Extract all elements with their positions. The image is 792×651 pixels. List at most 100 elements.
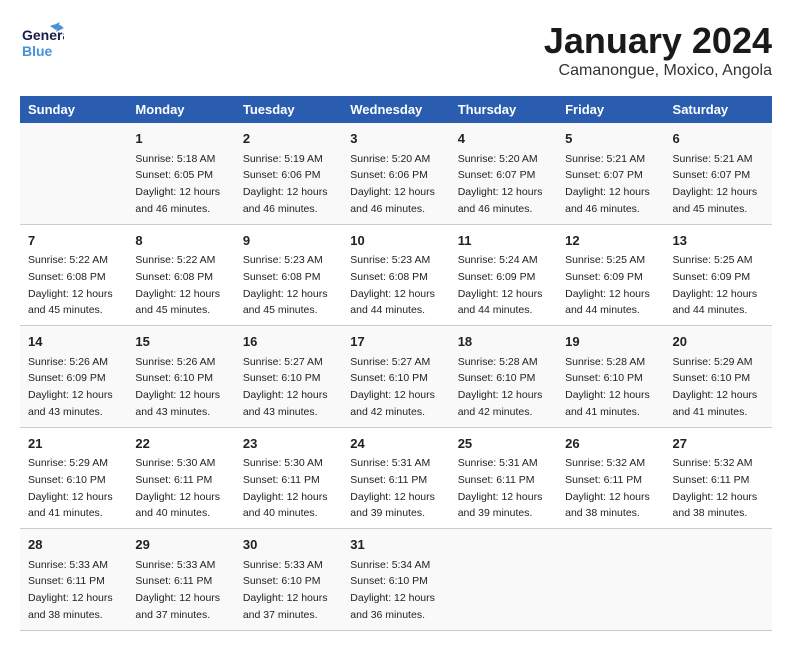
calendar-cell: 9 Sunrise: 5:23 AMSunset: 6:08 PMDaylight… (235, 224, 342, 326)
day-sunrise: Sunrise: 5:21 AMSunset: 6:07 PMDaylight:… (565, 153, 650, 215)
calendar-cell: 8 Sunrise: 5:22 AMSunset: 6:08 PMDaylight… (127, 224, 234, 326)
logo: General Blue (20, 20, 64, 64)
calendar-cell: 13 Sunrise: 5:25 AMSunset: 6:09 PMDayligh… (665, 224, 772, 326)
day-sunrise: Sunrise: 5:23 AMSunset: 6:08 PMDaylight:… (350, 254, 435, 316)
day-number: 17 (350, 332, 441, 352)
day-number: 5 (565, 129, 656, 149)
calendar-week-row: 28 Sunrise: 5:33 AMSunset: 6:11 PMDayligh… (20, 529, 772, 631)
calendar-cell: 17 Sunrise: 5:27 AMSunset: 6:10 PMDayligh… (342, 326, 449, 428)
day-number: 10 (350, 231, 441, 251)
day-sunrise: Sunrise: 5:33 AMSunset: 6:11 PMDaylight:… (28, 559, 113, 621)
day-number: 20 (673, 332, 764, 352)
day-number: 13 (673, 231, 764, 251)
calendar-cell: 1 Sunrise: 5:18 AMSunset: 6:05 PMDaylight… (127, 123, 234, 224)
calendar-header-row: Sunday Monday Tuesday Wednesday Thursday… (20, 96, 772, 123)
day-sunrise: Sunrise: 5:22 AMSunset: 6:08 PMDaylight:… (135, 254, 220, 316)
day-number: 19 (565, 332, 656, 352)
col-thursday: Thursday (450, 96, 557, 123)
calendar-week-row: 1 Sunrise: 5:18 AMSunset: 6:05 PMDaylight… (20, 123, 772, 224)
calendar-week-row: 7Sunrise: 5:22 AMSunset: 6:08 PMDaylight… (20, 224, 772, 326)
day-number: 11 (458, 231, 549, 251)
col-wednesday: Wednesday (342, 96, 449, 123)
day-sunrise: Sunrise: 5:28 AMSunset: 6:10 PMDaylight:… (458, 356, 543, 418)
calendar-cell: 16 Sunrise: 5:27 AMSunset: 6:10 PMDayligh… (235, 326, 342, 428)
calendar-cell: 19Sunrise: 5:28 AMSunset: 6:10 PMDayligh… (557, 326, 664, 428)
day-sunrise: Sunrise: 5:27 AMSunset: 6:10 PMDaylight:… (350, 356, 435, 418)
calendar-cell: 12 Sunrise: 5:25 AMSunset: 6:09 PMDayligh… (557, 224, 664, 326)
day-number: 27 (673, 434, 764, 454)
day-sunrise: Sunrise: 5:32 AMSunset: 6:11 PMDaylight:… (673, 457, 758, 519)
day-number: 18 (458, 332, 549, 352)
day-sunrise: Sunrise: 5:31 AMSunset: 6:11 PMDaylight:… (458, 457, 543, 519)
calendar-cell: 28 Sunrise: 5:33 AMSunset: 6:11 PMDayligh… (20, 529, 127, 631)
page-header: General Blue January 2024 Camanongue, Mo… (20, 20, 772, 80)
calendar-cell: 7Sunrise: 5:22 AMSunset: 6:08 PMDaylight… (20, 224, 127, 326)
day-number: 26 (565, 434, 656, 454)
calendar-cell: 3Sunrise: 5:20 AMSunset: 6:06 PMDaylight… (342, 123, 449, 224)
day-sunrise: Sunrise: 5:29 AMSunset: 6:10 PMDaylight:… (28, 457, 113, 519)
day-number: 14 (28, 332, 119, 352)
day-number: 15 (135, 332, 226, 352)
calendar-cell: 24Sunrise: 5:31 AMSunset: 6:11 PMDayligh… (342, 427, 449, 529)
col-tuesday: Tuesday (235, 96, 342, 123)
day-sunrise: Sunrise: 5:25 AMSunset: 6:09 PMDaylight:… (565, 254, 650, 316)
calendar-cell: 11 Sunrise: 5:24 AMSunset: 6:09 PMDayligh… (450, 224, 557, 326)
day-number: 21 (28, 434, 119, 454)
day-number: 28 (28, 535, 119, 555)
calendar-subtitle: Camanongue, Moxico, Angola (544, 62, 772, 80)
calendar-cell: 18 Sunrise: 5:28 AMSunset: 6:10 PMDayligh… (450, 326, 557, 428)
calendar-cell: 25 Sunrise: 5:31 AMSunset: 6:11 PMDayligh… (450, 427, 557, 529)
day-number: 8 (135, 231, 226, 251)
day-sunrise: Sunrise: 5:21 AMSunset: 6:07 PMDaylight:… (673, 153, 758, 215)
calendar-cell: 27 Sunrise: 5:32 AMSunset: 6:11 PMDayligh… (665, 427, 772, 529)
day-sunrise: Sunrise: 5:26 AMSunset: 6:10 PMDaylight:… (135, 356, 220, 418)
day-number: 12 (565, 231, 656, 251)
day-number: 22 (135, 434, 226, 454)
day-number: 29 (135, 535, 226, 555)
day-sunrise: Sunrise: 5:34 AMSunset: 6:10 PMDaylight:… (350, 559, 435, 621)
calendar-cell (557, 529, 664, 631)
calendar-cell (450, 529, 557, 631)
day-number: 30 (243, 535, 334, 555)
day-sunrise: Sunrise: 5:22 AMSunset: 6:08 PMDaylight:… (28, 254, 113, 316)
calendar-cell: 26 Sunrise: 5:32 AMSunset: 6:11 PMDayligh… (557, 427, 664, 529)
logo-icon: General Blue (20, 20, 64, 64)
day-sunrise: Sunrise: 5:25 AMSunset: 6:09 PMDaylight:… (673, 254, 758, 316)
day-number: 23 (243, 434, 334, 454)
day-sunrise: Sunrise: 5:24 AMSunset: 6:09 PMDaylight:… (458, 254, 543, 316)
svg-text:Blue: Blue (22, 43, 53, 59)
calendar-cell: 4Sunrise: 5:20 AMSunset: 6:07 PMDaylight… (450, 123, 557, 224)
calendar-cell: 20Sunrise: 5:29 AMSunset: 6:10 PMDayligh… (665, 326, 772, 428)
day-number: 4 (458, 129, 549, 149)
col-sunday: Sunday (20, 96, 127, 123)
day-number: 25 (458, 434, 549, 454)
calendar-week-row: 21 Sunrise: 5:29 AMSunset: 6:10 PMDayligh… (20, 427, 772, 529)
calendar-cell (665, 529, 772, 631)
calendar-cell: 31 Sunrise: 5:34 AMSunset: 6:10 PMDayligh… (342, 529, 449, 631)
day-sunrise: Sunrise: 5:33 AMSunset: 6:10 PMDaylight:… (243, 559, 328, 621)
day-sunrise: Sunrise: 5:18 AMSunset: 6:05 PMDaylight:… (135, 153, 220, 215)
day-sunrise: Sunrise: 5:30 AMSunset: 6:11 PMDaylight:… (243, 457, 328, 519)
day-number: 3 (350, 129, 441, 149)
col-saturday: Saturday (665, 96, 772, 123)
day-number: 31 (350, 535, 441, 555)
title-block: January 2024 Camanongue, Moxico, Angola (544, 20, 772, 80)
col-monday: Monday (127, 96, 234, 123)
day-sunrise: Sunrise: 5:31 AMSunset: 6:11 PMDaylight:… (350, 457, 435, 519)
day-sunrise: Sunrise: 5:32 AMSunset: 6:11 PMDaylight:… (565, 457, 650, 519)
calendar-cell: 10 Sunrise: 5:23 AMSunset: 6:08 PMDayligh… (342, 224, 449, 326)
calendar-table: Sunday Monday Tuesday Wednesday Thursday… (20, 96, 772, 631)
calendar-cell: 29Sunrise: 5:33 AMSunset: 6:11 PMDayligh… (127, 529, 234, 631)
day-number: 2 (243, 129, 334, 149)
calendar-cell: 14 Sunrise: 5:26 AMSunset: 6:09 PMDayligh… (20, 326, 127, 428)
day-number: 16 (243, 332, 334, 352)
day-number: 9 (243, 231, 334, 251)
day-sunrise: Sunrise: 5:26 AMSunset: 6:09 PMDaylight:… (28, 356, 113, 418)
day-sunrise: Sunrise: 5:23 AMSunset: 6:08 PMDaylight:… (243, 254, 328, 316)
calendar-cell: 22 Sunrise: 5:30 AMSunset: 6:11 PMDayligh… (127, 427, 234, 529)
day-sunrise: Sunrise: 5:27 AMSunset: 6:10 PMDaylight:… (243, 356, 328, 418)
day-sunrise: Sunrise: 5:30 AMSunset: 6:11 PMDaylight:… (135, 457, 220, 519)
day-number: 1 (135, 129, 226, 149)
calendar-cell: 15 Sunrise: 5:26 AMSunset: 6:10 PMDayligh… (127, 326, 234, 428)
calendar-cell: 21 Sunrise: 5:29 AMSunset: 6:10 PMDayligh… (20, 427, 127, 529)
